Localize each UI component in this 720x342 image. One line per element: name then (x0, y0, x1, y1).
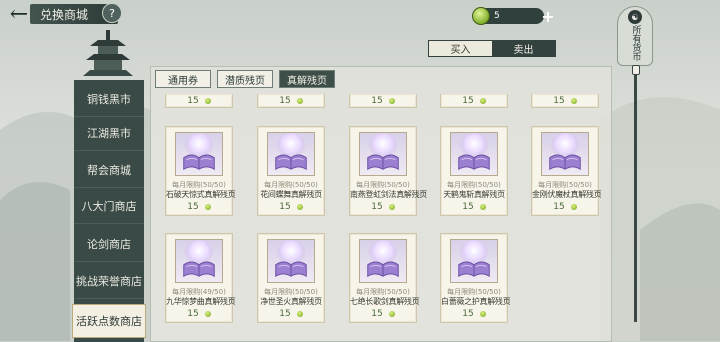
item-price: 15 (166, 202, 232, 212)
currency-shop-label: 所有货币 (630, 25, 641, 61)
sidebar-item-guild-shop[interactable]: 帮会商城 (74, 153, 144, 188)
coin-icon (204, 204, 211, 210)
shop-item-card[interactable]: 每月限购(50/50) 白蔷薇之护真解残页 15 (440, 233, 511, 323)
sidebar-item-activity-shop[interactable]: 活跃点数商店 (72, 304, 146, 338)
coin-icon (296, 98, 303, 104)
item-price: 15 (166, 309, 232, 319)
item-name: 七绝长歌剑真解残页 (350, 297, 420, 306)
tab-sell[interactable]: 卖出 (492, 41, 555, 56)
tab-potential-pages[interactable]: 潜质残页 (217, 70, 273, 88)
coin-icon (204, 98, 211, 104)
scroll-book-icon (450, 132, 498, 176)
item-name: 花间蝶舞真解残页 (260, 190, 322, 199)
item-name: 南燕登虹剑法真解残页 (350, 190, 427, 199)
scrollbar-track[interactable] (634, 72, 637, 322)
coin-icon (570, 98, 577, 104)
shop-item-card[interactable]: 15 (440, 94, 508, 108)
scroll-book-icon (267, 132, 315, 176)
scroll-book-icon (359, 239, 407, 283)
scroll-book-icon (359, 132, 407, 176)
shop-item-card[interactable]: 15 (165, 94, 233, 108)
item-price: 15 (258, 309, 324, 319)
item-name: 金刚伏魔杖真解残页 (532, 190, 602, 199)
coin-icon (479, 98, 486, 104)
coin-icon (296, 311, 303, 317)
scroll-book-icon (175, 132, 223, 176)
coin-icon (570, 204, 577, 210)
shop-item-card[interactable]: 每月限购(49/50) 九华惊梦曲真解残页 15 (165, 233, 236, 323)
currency-amount: 5 (494, 11, 500, 21)
coin-icon (296, 204, 303, 210)
coin-icon (388, 204, 395, 210)
help-button[interactable]: ? (102, 3, 122, 23)
sidebar-item-copper-market[interactable]: 铜钱黑市 (74, 82, 144, 117)
coin-icon (472, 7, 490, 25)
coin-icon (479, 311, 486, 317)
item-price: 15 (350, 309, 416, 319)
shop-item-card[interactable]: 15 (257, 94, 325, 108)
scroll-book-icon (541, 132, 589, 176)
shop-sidebar: 铜钱黑市 江湖黑市 帮会商城 八大门商店 论剑商店 挑战荣誉商店 活跃点数商店 (72, 80, 146, 342)
item-price: 15 (350, 202, 416, 212)
scroll-book-icon (175, 239, 223, 283)
coin-icon (388, 98, 395, 104)
add-currency-button[interactable]: + (540, 7, 556, 26)
shop-item-card[interactable]: 15 (531, 94, 599, 108)
shop-item-card[interactable]: 每月限购(50/50) 石破天惊式真解残页 15 (165, 126, 236, 216)
shop-item-card[interactable]: 每月限购(50/50) 南燕登虹剑法真解残页 15 (349, 126, 427, 216)
arrow-left-icon: ← (9, 2, 29, 27)
scroll-book-icon (450, 239, 498, 283)
sidebar-item-honor-shop[interactable]: 挑战荣誉商店 (74, 264, 144, 299)
pagoda-icon (83, 30, 133, 76)
coin-icon (479, 204, 486, 210)
item-name: 白蔷薇之护真解残页 (441, 297, 511, 306)
item-price: 15 (441, 202, 507, 212)
currency-display: 5 (472, 7, 544, 25)
shop-item-card[interactable]: 每月限购(50/50) 花间蝶舞真解残页 15 (257, 126, 325, 216)
trade-tabs: 买入 卖出 (428, 40, 556, 57)
coin-icon (388, 311, 395, 317)
shop-item-card[interactable]: 每月限购(50/50) 净世圣火真解残页 15 (257, 233, 325, 323)
coin-icon (204, 311, 211, 317)
item-name: 天鹤鬼斩真解残页 (443, 190, 505, 199)
shop-item-card[interactable]: 每月限购(50/50) 金刚伏魔杖真解残页 15 (531, 126, 602, 216)
coin-swap-icon: ☯ (628, 10, 642, 24)
shop-item-card[interactable]: 每月限购(50/50) 天鹤鬼斩真解残页 15 (440, 126, 508, 216)
shop-item-card[interactable]: 15 (349, 94, 417, 108)
shop-item-card[interactable]: 每月限购(50/50) 七绝长歌剑真解残页 15 (349, 233, 420, 323)
tab-general-voucher[interactable]: 通用券 (155, 70, 211, 88)
item-name: 净世圣火真解残页 (260, 297, 322, 306)
sidebar-item-jianghu-market[interactable]: 江湖黑市 (74, 116, 144, 151)
tab-buy[interactable]: 买入 (429, 41, 492, 56)
item-name: 石破天惊式真解残页 (166, 190, 236, 199)
sidebar-item-sword-shop[interactable]: 论剑商店 (74, 227, 144, 262)
tab-true-pages[interactable]: 真解残页 (279, 70, 335, 88)
item-price: 15 (441, 309, 507, 319)
item-price: 15 (532, 202, 598, 212)
sidebar-item-eight-sects-shop[interactable]: 八大门商店 (74, 189, 144, 224)
item-name: 九华惊梦曲真解残页 (166, 297, 236, 306)
scrollbar-thumb[interactable] (632, 65, 640, 75)
item-price: 15 (258, 202, 324, 212)
scroll-book-icon (267, 239, 315, 283)
